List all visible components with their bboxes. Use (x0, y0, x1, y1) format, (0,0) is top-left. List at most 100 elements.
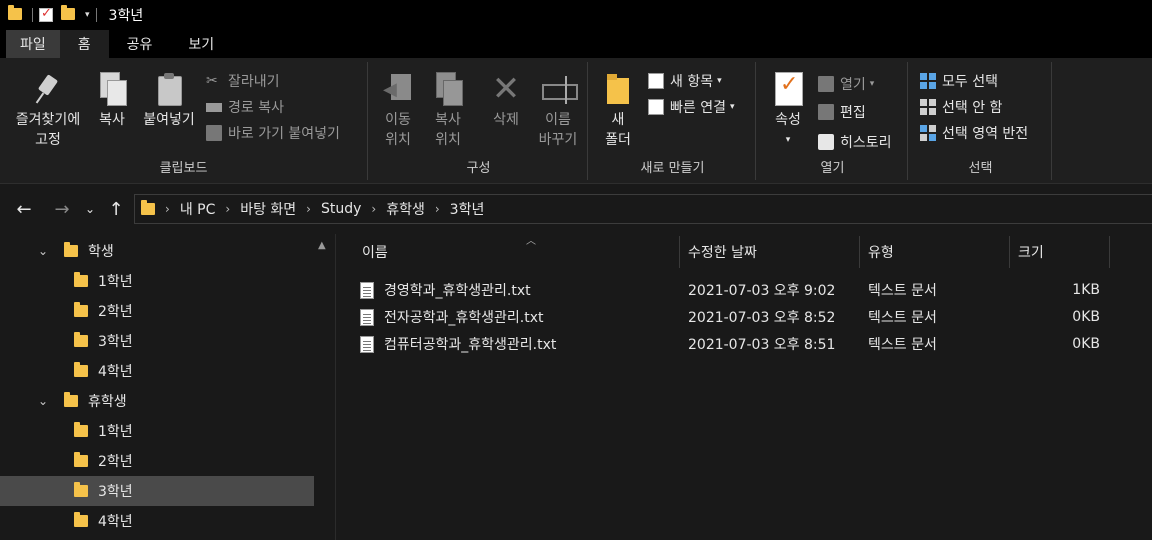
copy-path-label: 경로 복사 (228, 100, 284, 116)
divider (32, 8, 33, 22)
chevron-right-icon[interactable]: › (225, 202, 230, 216)
folder-icon (74, 302, 88, 317)
tab-file[interactable]: 파일 (6, 30, 60, 58)
column-label: 수정한 날짜 (688, 245, 757, 261)
tab-share[interactable]: 공유 (109, 30, 171, 58)
easy-access-button[interactable]: 빠른 연결 ▾ (648, 95, 735, 119)
tree-item[interactable]: 1학년 (0, 416, 314, 446)
tree-item[interactable]: 2학년 (0, 446, 314, 476)
chevron-right-icon[interactable]: › (306, 202, 311, 216)
chevron-right-icon[interactable]: › (165, 202, 170, 216)
column-header-name[interactable]: ︿ 이름 (354, 236, 680, 268)
open-button[interactable]: 열기 ▾ (818, 72, 874, 96)
chevron-down-icon: ▾ (717, 76, 722, 86)
chevron-right-icon[interactable]: › (435, 202, 440, 216)
tree-item[interactable]: 3학년 (0, 326, 314, 356)
folder-icon (74, 272, 88, 287)
move-to-button[interactable]: 이동 위치 (376, 72, 420, 150)
divider (95, 8, 97, 22)
folder-icon (74, 482, 88, 497)
tree-item[interactable]: 4학년 (0, 356, 314, 386)
column-header-size[interactable]: 크기 (1010, 236, 1110, 268)
window-title: 3학년 (108, 8, 144, 24)
breadcrumb-study[interactable]: Study (321, 201, 361, 217)
text-file-icon (360, 281, 374, 299)
invert-selection-button[interactable]: 선택 영역 반전 (920, 121, 1028, 145)
column-header-date[interactable]: 수정한 날짜 (680, 236, 860, 268)
file-type: 텍스트 문서 (868, 283, 937, 299)
tab-home[interactable]: 홈 (59, 30, 109, 58)
tree-item-selected[interactable]: 3학년 (0, 476, 314, 506)
rename-button[interactable]: 이름 바꾸기 (534, 72, 582, 150)
paste-shortcut-button[interactable]: 바로 가기 붙여넣기 (206, 121, 340, 145)
chevron-right-icon[interactable]: › (371, 202, 376, 216)
group-label: 구성 (466, 161, 491, 176)
history-button[interactable]: 히스토리 (818, 130, 892, 154)
tree-item-label: 4학년 (98, 514, 133, 530)
chevron-down-icon[interactable]: ⌄ (38, 244, 50, 258)
tree-item-label: 학생 (88, 244, 114, 260)
chevron-down-icon[interactable]: ▾ (85, 10, 90, 20)
rename-icon (541, 72, 578, 106)
delete-button[interactable]: ✕ 삭제 (484, 72, 528, 130)
file-row[interactable]: 경영학과_휴학생관리.txt 2021-07-03 오후 9:02 텍스트 문서… (360, 277, 1140, 303)
tree-item[interactable]: 2학년 (0, 296, 314, 326)
select-all-button[interactable]: 모두 선택 (920, 69, 998, 93)
history-icon (818, 134, 834, 150)
file-date: 2021-07-03 오후 9:02 (688, 283, 836, 299)
up-arrow-icon[interactable]: ↑ (106, 199, 126, 220)
chevron-down-icon[interactable]: ⌄ (38, 394, 50, 408)
tree-item-label: 2학년 (98, 304, 133, 320)
select-all-label: 모두 선택 (942, 74, 998, 90)
back-arrow-icon[interactable]: ← (14, 199, 34, 220)
tree-item[interactable]: ⌄ 학생 (0, 236, 314, 266)
column-header-type[interactable]: 유형 (860, 236, 1010, 268)
tab-view[interactable]: 보기 (170, 30, 232, 58)
copy-path-button[interactable]: 경로 복사 (206, 95, 284, 119)
select-none-button[interactable]: 선택 안 함 (920, 95, 1002, 119)
pin-quick-access-button[interactable]: 즐겨찾기에 고정 (6, 72, 90, 150)
file-row[interactable]: 전자공학과_휴학생관리.txt 2021-07-03 오후 8:52 텍스트 문… (360, 304, 1140, 330)
scroll-up-icon[interactable]: ▲ (318, 240, 326, 251)
breadcrumb-this-pc[interactable]: 내 PC (180, 199, 216, 219)
properties-quick-icon[interactable] (39, 6, 53, 22)
paste-shortcut-icon (206, 125, 222, 141)
select-none-label: 선택 안 함 (942, 100, 1003, 116)
properties-button[interactable]: 속성 ▾ (766, 72, 810, 150)
paste-button[interactable]: 붙여넣기 (136, 72, 202, 130)
select-group: 모두 선택 선택 안 함 선택 영역 반전 선택 (910, 62, 1052, 180)
recent-chevron-down-icon[interactable]: ⌄ (80, 202, 100, 216)
file-row[interactable]: 컴퓨터공학과_휴학생관리.txt 2021-07-03 오후 8:51 텍스트 … (360, 331, 1140, 357)
tree-item[interactable]: 4학년 (0, 506, 314, 536)
tree-item-label: 2학년 (98, 454, 133, 470)
open-group: 속성 ▾ 열기 ▾ 편집 히스토리 열기 (758, 62, 908, 180)
rename-label: 이름 (545, 112, 571, 128)
copy-to-label: 위치 (435, 132, 461, 148)
copy-button[interactable]: 복사 (90, 72, 134, 130)
file-date: 2021-07-03 오후 8:52 (688, 310, 836, 326)
file-type: 텍스트 문서 (868, 310, 937, 326)
edit-button[interactable]: 편집 (818, 100, 866, 124)
breadcrumb-current[interactable]: 3학년 (450, 199, 485, 219)
address-bar[interactable]: › 내 PC › 바탕 화면 › Study › 휴학생 › 3학년 (134, 194, 1152, 224)
new-folder-button[interactable]: 새 폴더 (598, 72, 638, 150)
new-folder-quick-icon[interactable] (61, 5, 75, 22)
tree-item-label: 1학년 (98, 424, 133, 440)
cut-button[interactable]: ✂ 잘라내기 (206, 69, 280, 93)
navigation-pane: ▲ ⌄ 학생 1학년 2학년 3학년 4학년 ⌄ 휴학생 1학년 2학년 3학년… (0, 234, 336, 540)
breadcrumb-desktop[interactable]: 바탕 화면 (240, 199, 296, 219)
move-label: 이동 (385, 112, 411, 128)
folder-icon (74, 512, 88, 527)
copy-to-button[interactable]: 복사 위치 (426, 72, 470, 150)
tree-item[interactable]: 1학년 (0, 266, 314, 296)
group-label: 열기 (820, 161, 845, 176)
folder-icon (141, 200, 155, 215)
move-label: 위치 (385, 132, 411, 148)
pin-label: 즐겨찾기에 (15, 112, 81, 128)
new-item-button[interactable]: 새 항목 ▾ (648, 69, 722, 93)
easy-access-label: 빠른 연결 (670, 100, 726, 116)
tree-item[interactable]: ⌄ 휴학생 (0, 386, 314, 416)
properties-icon (773, 72, 803, 106)
forward-arrow-icon[interactable]: → (52, 199, 72, 220)
breadcrumb-leave-students[interactable]: 휴학생 (386, 199, 425, 219)
